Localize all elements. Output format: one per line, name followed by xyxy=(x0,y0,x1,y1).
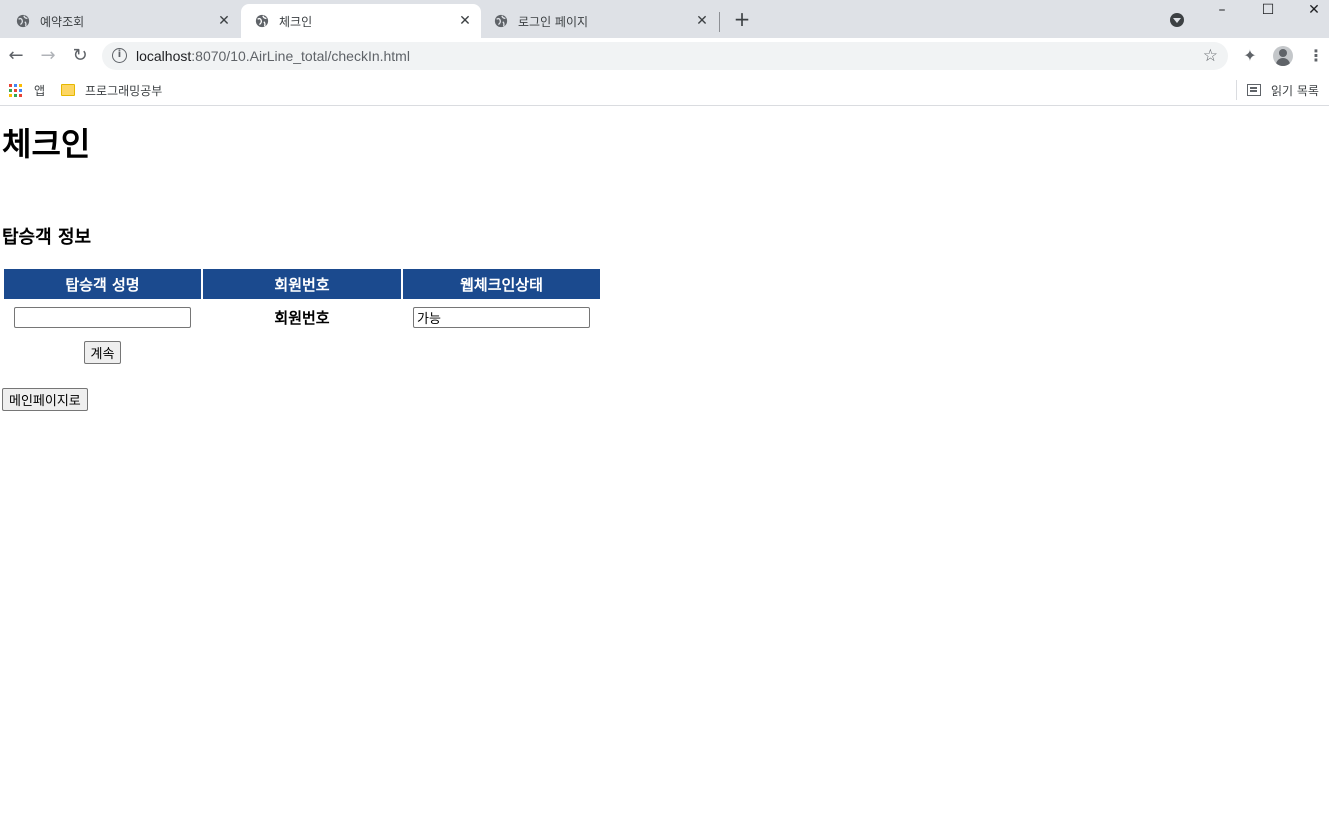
back-arrow-icon[interactable]: ← xyxy=(5,45,27,67)
member-number-text: 회원번호 xyxy=(274,308,330,327)
bookmarks-divider xyxy=(1236,80,1237,100)
continue-button[interactable]: 계속 xyxy=(83,340,122,364)
reading-list-label: 읽기 목록 xyxy=(1271,83,1319,98)
passenger-name-input[interactable] xyxy=(14,306,191,328)
bookmark-apps[interactable]: 앱 xyxy=(9,80,45,100)
table-row: 회원번호 xyxy=(4,301,600,333)
close-icon[interactable]: ✕ xyxy=(216,13,232,29)
menu-kebab-icon[interactable]: ⋮ xyxy=(1305,45,1327,67)
address-bar[interactable]: i localhost:8070/10.AirLine_total/checkI… xyxy=(102,42,1228,70)
page-content: 체크인 탑승객 정보 탑승객 성명 회원번호 웹체크인상태 회원번호 계속 메인… xyxy=(0,107,1329,834)
page-title: 체크인 xyxy=(2,125,91,163)
cell-continue: 계속 xyxy=(4,335,201,369)
webcheckin-status-input[interactable] xyxy=(413,306,590,328)
info-icon[interactable]: i xyxy=(112,48,127,63)
new-tab-button[interactable]: + xyxy=(732,9,752,29)
bookmark-star-icon[interactable]: ☆ xyxy=(1203,46,1218,66)
bookmark-folder-programming[interactable]: 프로그래밍공부 xyxy=(61,80,162,100)
reading-list-icon xyxy=(1247,84,1261,96)
bookmarks-bar: 앱 프로그래밍공부 읽기 목록 xyxy=(0,74,1329,106)
url-path: :8070/10.AirLine_total/checkIn.html xyxy=(191,48,410,64)
tab-reservation[interactable]: 예약조회 ✕ xyxy=(2,4,240,38)
tab-title: 체크인 xyxy=(279,14,313,29)
close-icon[interactable]: ✕ xyxy=(457,13,473,29)
url-text[interactable]: localhost:8070/10.AirLine_total/checkIn.… xyxy=(136,48,410,64)
main-page-button[interactable]: 메인페이지로 xyxy=(2,388,88,411)
maximize-button[interactable]: ☐ xyxy=(1245,0,1291,22)
profile-avatar[interactable] xyxy=(1273,46,1293,66)
forward-arrow-icon[interactable]: → xyxy=(37,45,59,67)
browser-toolbar: ← → ↻ i localhost:8070/10.AirLine_total/… xyxy=(0,38,1329,74)
header-passenger-name: 탑승객 성명 xyxy=(4,269,201,299)
reading-list[interactable]: 읽기 목록 xyxy=(1247,80,1319,100)
globe-icon xyxy=(16,14,30,28)
cell-status xyxy=(403,301,600,333)
tab-title: 로그인 페이지 xyxy=(518,14,589,29)
tab-checkin[interactable]: 체크인 ✕ xyxy=(241,4,481,38)
minimize-button[interactable]: – xyxy=(1199,0,1245,22)
reload-icon[interactable]: ↻ xyxy=(69,45,91,67)
extensions-icon[interactable]: ✦ xyxy=(1239,45,1261,67)
globe-icon xyxy=(494,14,508,28)
header-webcheckin-status: 웹체크인상태 xyxy=(403,269,600,299)
globe-icon xyxy=(255,14,269,28)
passenger-table: 탑승객 성명 회원번호 웹체크인상태 회원번호 계속 xyxy=(2,267,602,371)
tab-search-icon[interactable] xyxy=(1170,13,1184,27)
cell-name xyxy=(4,301,201,333)
tab-strip: 예약조회 ✕ 체크인 ✕ 로그인 페이지 ✕ + – ☐ ✕ xyxy=(0,0,1329,38)
tab-login[interactable]: 로그인 페이지 ✕ xyxy=(480,4,718,38)
tab-divider xyxy=(719,12,720,32)
header-member-number: 회원번호 xyxy=(203,269,401,299)
continue-row: 계속 xyxy=(4,335,600,369)
tab-title: 예약조회 xyxy=(40,14,85,29)
bookmark-label: 앱 xyxy=(34,83,46,98)
table-header-row: 탑승객 성명 회원번호 웹체크인상태 xyxy=(4,269,600,299)
section-heading: 탑승객 정보 xyxy=(2,227,92,248)
folder-icon xyxy=(61,84,75,96)
bookmark-label: 프로그래밍공부 xyxy=(85,83,163,98)
apps-icon xyxy=(9,83,22,97)
close-icon[interactable]: ✕ xyxy=(694,13,710,29)
url-host: localhost xyxy=(136,48,192,64)
close-window-button[interactable]: ✕ xyxy=(1291,0,1329,22)
